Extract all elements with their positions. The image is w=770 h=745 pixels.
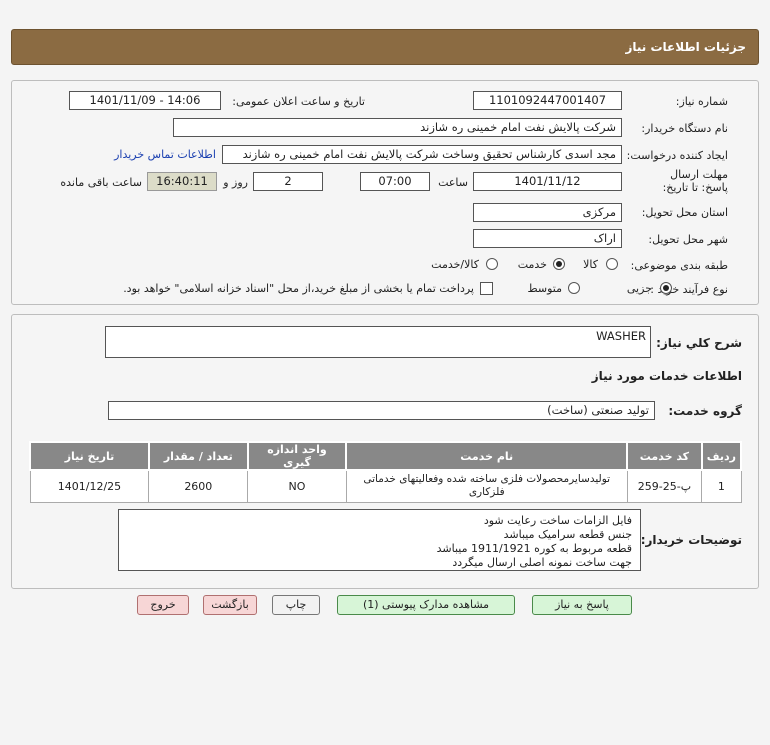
province-label: استان محل تحویل: [641,206,728,219]
cell-row: 1 [701,469,742,503]
buyer-contact-link[interactable]: اطلاعات تماس خریدار [114,148,216,161]
treasury-payment-text: پرداخت تمام یا بخشی از مبلغ خرید،از محل … [123,282,474,295]
creator-field[interactable]: مجد اسدی کارشناس تحقیق وساخت شرکت پالایش… [222,145,622,164]
deadline-time-label: ساعت [438,176,468,189]
days-label: روز و [223,176,248,189]
remaining-label: ساعت باقی مانده [60,176,142,189]
reply-button[interactable]: پاسخ به نیاز [532,595,632,615]
service-group-label: گروه خدمت: [668,404,742,418]
print-button[interactable]: چاپ [272,595,320,615]
service-group-field[interactable]: تولید صنعتی (ساخت) [108,401,655,420]
deadline-label: مهلت ارسال پاسخ: تا تاریخ: [662,168,728,194]
category-radio-goods-service[interactable] [486,258,498,270]
buyer-org-field[interactable]: شرکت پالایش نفت امام خمینی ره شازند [173,118,622,137]
cell-service-name: تولیدسایرمحصولات فلزی ساخته شده وفعالیته… [345,469,628,503]
announce-label: تاریخ و ساعت اعلان عمومی: [232,95,365,108]
notes-line-3: قطعه مربوط به کوره 1911/1921 میباشد [436,542,632,555]
services-table: ردیف کد خدمت نام خدمت واحد اندازه گیری ت… [29,441,743,503]
time-remaining-field: 16:40:11 [147,172,217,191]
page-header: جزئیات اطلاعات نیاز [11,29,759,65]
creator-label: ایجاد کننده درخواست: [626,149,728,162]
announce-datetime-field[interactable]: 1401/11/09 - 14:06 [69,91,221,110]
province-field[interactable]: مرکزی [473,203,622,222]
category-radio-service[interactable] [553,258,565,270]
category-label: طبقه بندی موضوعی: [630,259,728,272]
city-field[interactable]: اراک [473,229,622,248]
cell-need-date: 1401/12/25 [29,469,150,503]
process-radio-minor[interactable] [660,282,672,294]
days-remaining-field[interactable]: 2 [253,172,323,191]
city-label: شهر محل تحویل: [648,233,728,246]
notes-label: توضیحات خریدار: [640,533,742,547]
view-attachments-button[interactable]: مشاهده مدارک پیوستی (1) [337,595,515,615]
process-option-minor: جزیی [626,282,652,295]
need-number-label: شماره نیاز: [675,95,728,108]
notes-line-4: جهت ساخت نمونه اصلی ارسال میگردد [452,556,632,569]
process-radio-medium[interactable] [568,282,580,294]
buyer-notes-field[interactable]: فایل الزامات ساخت رعایت شود جنس قطعه سرا… [118,509,641,571]
deadline-date-field[interactable]: 1401/11/12 [473,172,622,191]
exit-button[interactable]: خروج [137,595,189,615]
deadline-time-field[interactable]: 07:00 [360,172,430,191]
back-button[interactable]: بازگشت [203,595,257,615]
col-unit: واحد اندازه گیری [246,441,348,471]
category-radio-goods[interactable] [606,258,618,270]
services-heading: اطلاعات خدمات مورد نیاز [591,369,742,383]
cell-quantity: 2600 [148,469,249,503]
summary-label: شرح کلي نياز: [656,336,742,350]
need-number-field[interactable]: 1101092447001407 [473,91,622,110]
col-row: ردیف [700,441,743,471]
notes-line-2: جنس قطعه سرامیک میباشد [503,528,632,541]
col-need-date: تاریخ نیاز [29,441,150,471]
treasury-payment-checkbox[interactable] [480,282,493,295]
notes-line-1: فایل الزامات ساخت رعایت شود [483,514,632,527]
category-option-goods: کالا [583,258,598,271]
category-option-goods-service: کالا/خدمت [431,258,479,271]
category-option-service: خدمت [517,258,547,271]
col-quantity: تعداد / مقدار [147,441,249,471]
col-service-name: نام خدمت [345,441,629,471]
col-service-code: کد خدمت [626,441,703,471]
process-option-medium: متوسط [527,282,562,295]
services-table-header: ردیف کد خدمت نام خدمت واحد اندازه گیری ت… [29,441,743,471]
buyer-org-label: نام دستگاه خریدار: [641,122,728,135]
cell-service-code: پ-25-259 [626,469,703,503]
cell-unit: NO [247,469,347,503]
page-title: جزئیات اطلاعات نیاز [625,40,746,54]
table-row: 1 پ-25-259 تولیدسایرمحصولات فلزی ساخته ش… [29,469,742,503]
summary-field[interactable]: WASHER [105,326,651,358]
